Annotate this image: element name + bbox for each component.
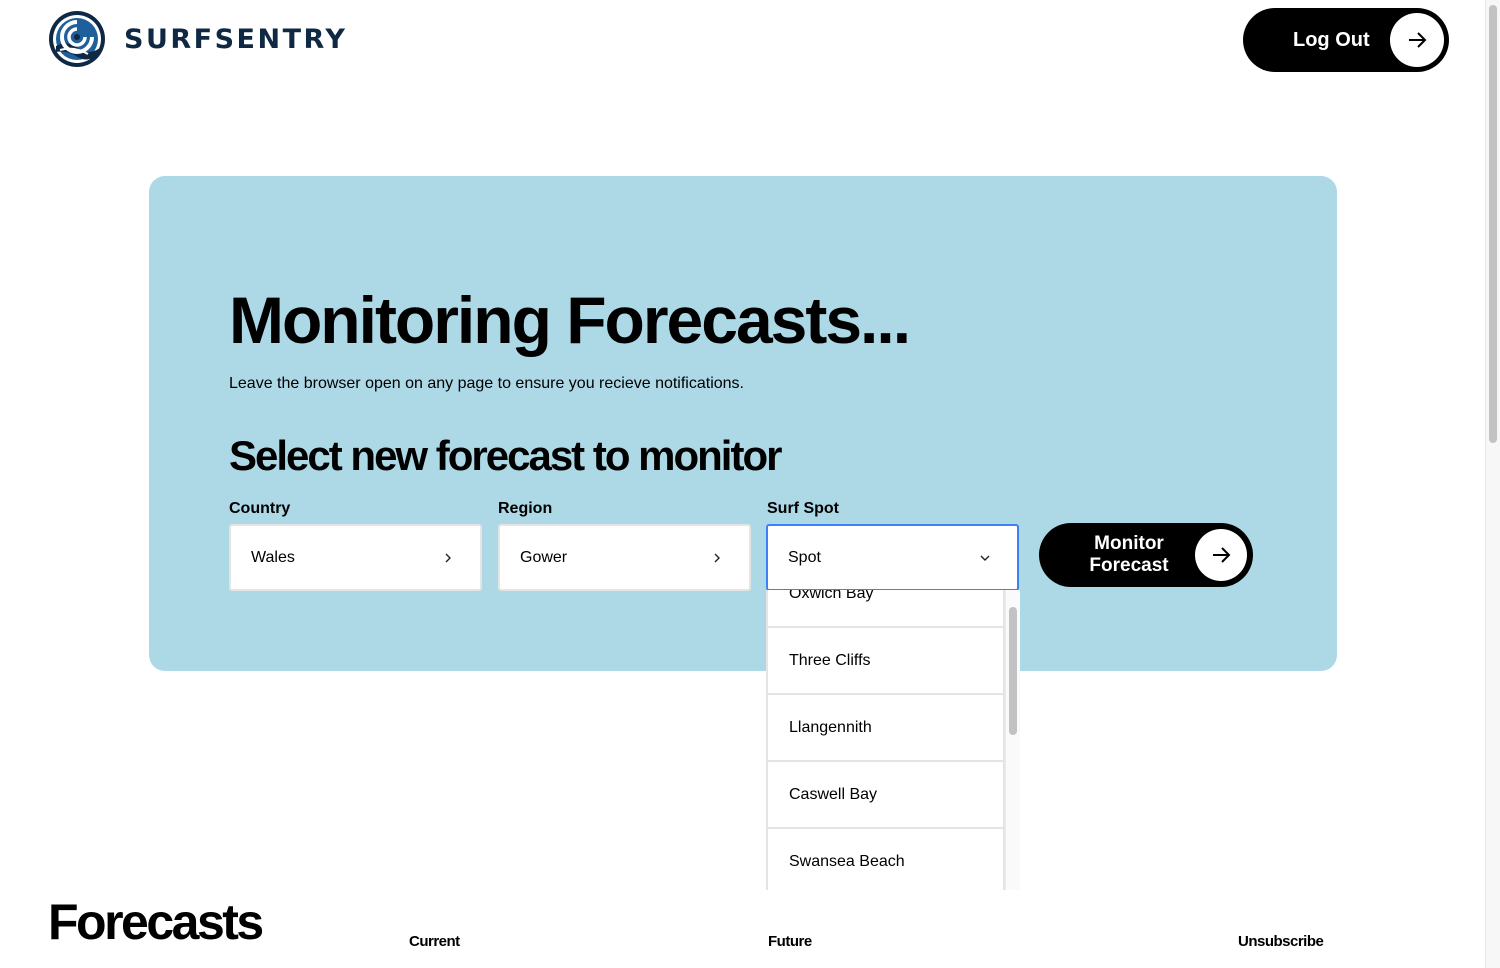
country-select[interactable]: Wales [229,524,482,591]
section-title: Select new forecast to monitor [229,432,782,479]
surf-spot-dropdown[interactable]: Oxwich Bay Three Cliffs Llangennith Casw… [766,590,1020,890]
surf-spot-option[interactable]: Llangennith [768,695,1005,762]
chevron-right-icon [438,548,458,568]
page-scrollbar-thumb[interactable] [1489,5,1497,443]
dropdown-scrollbar-thumb[interactable] [1009,607,1017,735]
logout-button[interactable]: Log Out [1243,8,1449,72]
monitor-forecast-button[interactable]: Monitor Forecast [1039,523,1253,587]
column-header-current: Current [409,933,460,950]
chevron-right-icon [707,548,727,568]
arrow-right-icon [1390,13,1444,67]
wave-spiral-logo-icon [49,11,105,67]
surf-spot-option[interactable]: Caswell Bay [768,762,1005,829]
dropdown-scrollbar[interactable] [1005,590,1020,890]
chevron-down-icon [975,548,995,568]
monitor-panel: Monitoring Forecasts... Leave the browse… [149,176,1337,671]
brand-logo[interactable]: SURFSENTRY [48,10,347,68]
surf-spot-value: Spot [788,548,821,566]
surf-spot-option[interactable]: Swansea Beach [768,829,1005,890]
surf-spot-select[interactable]: Spot [766,524,1019,591]
surf-spot-label: Surf Spot [767,500,839,517]
country-label: Country [229,500,291,517]
logout-label: Log Out [1293,28,1370,51]
region-select[interactable]: Gower [498,524,751,591]
country-value: Wales [251,548,295,566]
arrow-right-icon [1195,529,1247,581]
monitor-label-line2: Forecast [1089,555,1169,576]
monitor-forecast-label: Monitor Forecast [1079,533,1179,577]
page-scrollbar[interactable] [1485,0,1500,968]
monitor-label-line1: Monitor [1094,533,1164,554]
surf-spot-option[interactable]: Three Cliffs [768,628,1005,695]
surf-spot-options: Oxwich Bay Three Cliffs Llangennith Casw… [768,590,1005,890]
surf-spot-option[interactable]: Oxwich Bay [768,590,1005,628]
brand-name: SURFSENTRY [124,23,348,55]
region-label: Region [498,500,553,517]
page-subtitle: Leave the browser open on any page to en… [229,375,744,392]
region-value: Gower [520,548,568,566]
column-header-unsubscribe: Unsubscribe [1238,933,1324,950]
forecasts-heading: Forecasts [48,894,264,950]
page-title: Monitoring Forecasts... [229,283,911,357]
column-header-future: Future [768,933,812,950]
